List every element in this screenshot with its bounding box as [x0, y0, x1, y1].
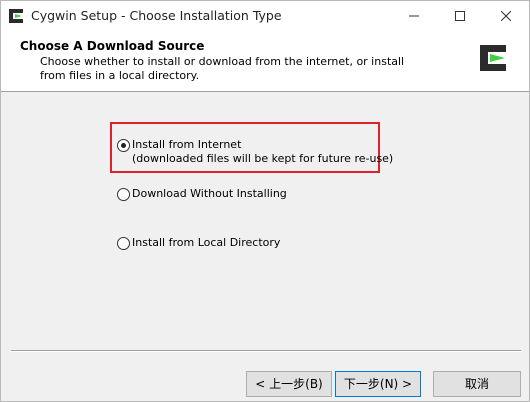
- option-label[interactable]: Download Without Installing: [132, 187, 287, 201]
- title-bar[interactable]: Cygwin Setup - Choose Installation Type: [1, 1, 529, 31]
- radio-install-from-local-directory[interactable]: Install from Local Directory: [117, 236, 280, 252]
- maximize-icon: [455, 11, 465, 21]
- page-header: Choose A Download Source Choose whether …: [1, 31, 529, 92]
- radio-button[interactable]: [117, 139, 130, 152]
- cygwin-icon: [9, 9, 23, 23]
- option-label[interactable]: Install from Internet: [132, 138, 241, 152]
- close-button[interactable]: [483, 1, 529, 31]
- footer-separator: [11, 350, 521, 352]
- radio-download-without-installing[interactable]: Download Without Installing: [117, 187, 287, 203]
- radio-install-from-internet[interactable]: Install from Internet (downloaded files …: [117, 138, 393, 168]
- minimize-button[interactable]: [391, 1, 437, 31]
- radio-button[interactable]: [117, 237, 130, 250]
- window-title: Cygwin Setup - Choose Installation Type: [31, 8, 282, 23]
- radio-button[interactable]: [117, 188, 130, 201]
- radio-selected-dot: [121, 143, 126, 148]
- back-button[interactable]: < 上一步(B): [246, 371, 332, 397]
- cancel-button[interactable]: 取消: [433, 371, 521, 397]
- maximize-button[interactable]: [437, 1, 483, 31]
- cygwin-logo-icon: [480, 45, 506, 71]
- minimize-icon: [409, 15, 419, 17]
- page-title: Choose A Download Source: [20, 39, 205, 53]
- close-icon: [501, 11, 511, 21]
- option-label[interactable]: Install from Local Directory: [132, 236, 280, 250]
- setup-window: Cygwin Setup - Choose Installation Type …: [0, 0, 530, 402]
- option-sublabel[interactable]: (downloaded files will be kept for futur…: [132, 152, 393, 166]
- next-button[interactable]: 下一步(N) >: [335, 371, 421, 397]
- page-description: Choose whether to install or download fr…: [40, 55, 405, 82]
